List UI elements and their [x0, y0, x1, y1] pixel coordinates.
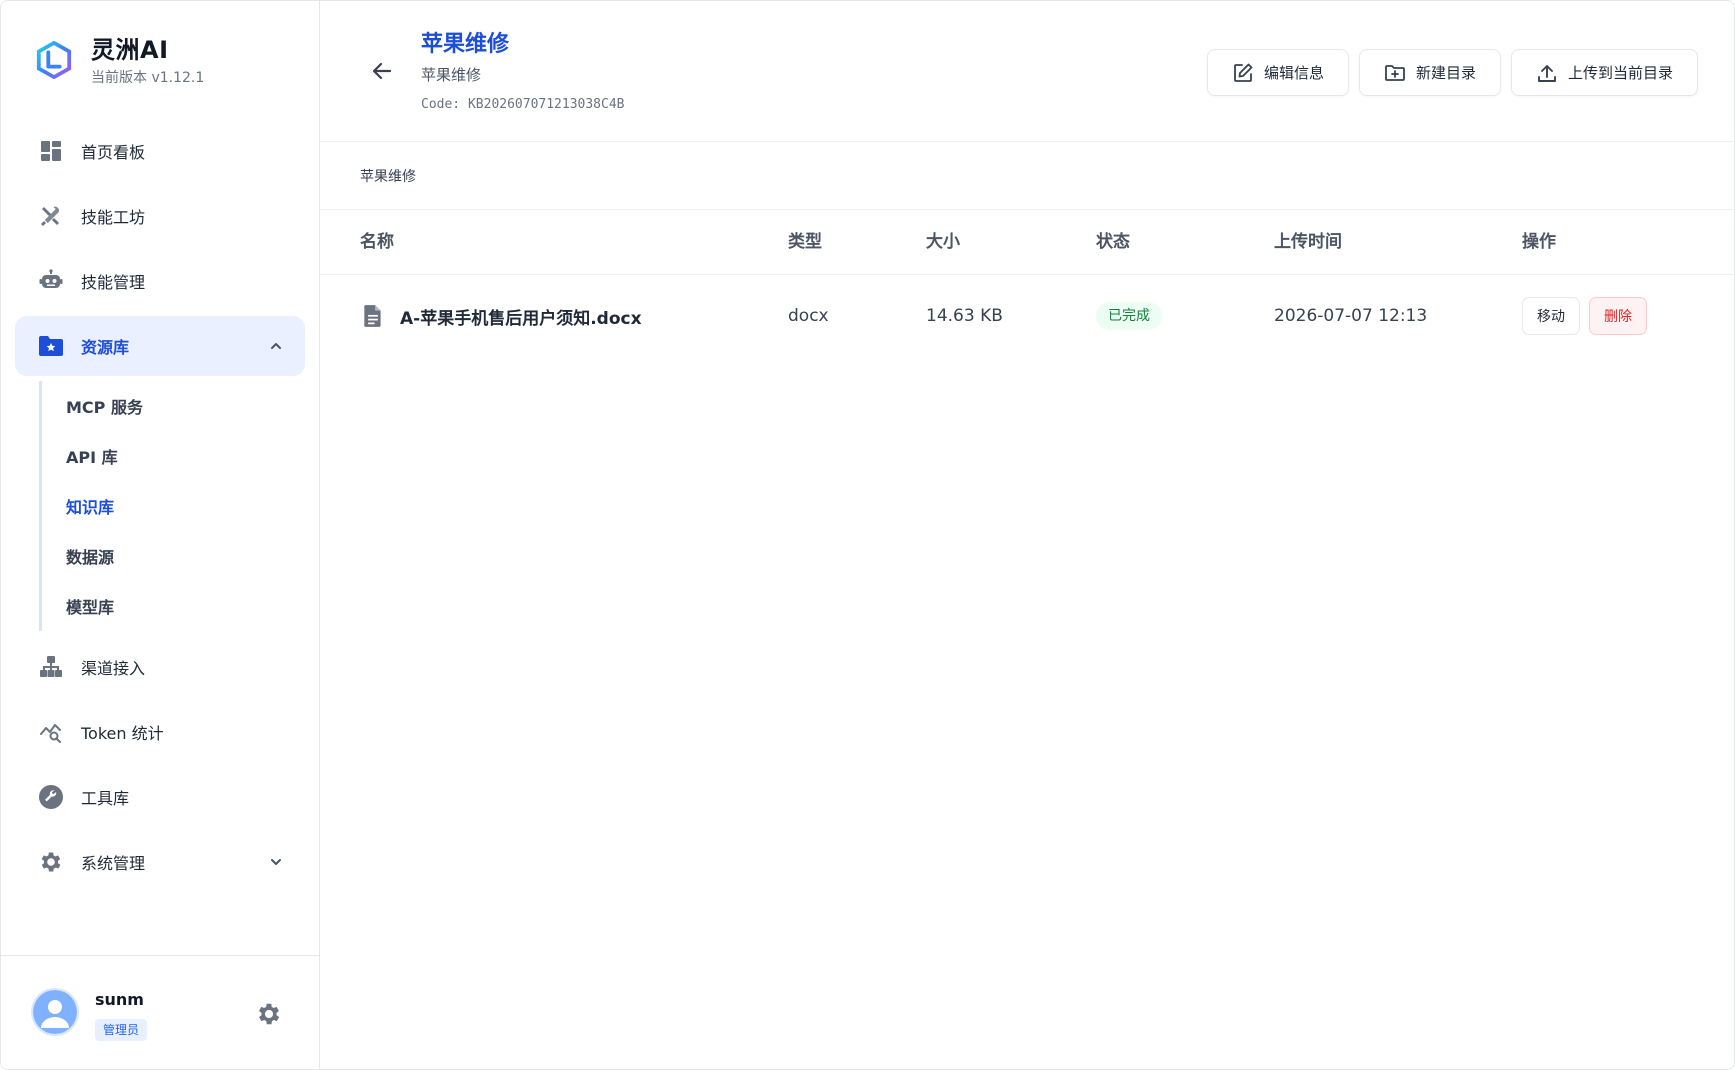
dashboard-icon: [37, 137, 65, 165]
new-directory-label: 新建目录: [1415, 64, 1476, 82]
upload-label: 上传到当前目录: [1567, 64, 1673, 82]
sidebar-item-dashboard[interactable]: 首页看板: [15, 121, 305, 181]
sidebar-item-label: 系统管理: [81, 854, 146, 873]
page-subtitle: 苹果维修: [421, 66, 482, 84]
column-header-upload-time: 上传时间: [1274, 232, 1342, 252]
subnav-item-models[interactable]: 模型库: [66, 581, 305, 631]
column-header-actions: 操作: [1522, 232, 1556, 252]
chevron-up-icon[interactable]: [269, 339, 283, 353]
upload-icon: [1536, 62, 1558, 84]
brand-name: 灵洲AI: [91, 36, 169, 64]
brand-version: 当前版本 v1.12.1: [91, 70, 205, 86]
role-badge: 管理员: [95, 1019, 148, 1041]
user-panel: sunm 管理员: [1, 955, 320, 1069]
file-name[interactable]: A-苹果手机售后用户须知.docx: [400, 304, 642, 329]
table-header: 名称 类型 大小 状态 上传时间 操作: [320, 210, 1734, 275]
sidebar-item-system[interactable]: 系统管理: [15, 832, 305, 892]
file-table: 名称 类型 大小 状态 上传时间 操作 A-苹果手机售后用户须知.docx do…: [320, 210, 1734, 357]
app-window: 灵洲AI 当前版本 v1.12.1 首页看板 技能工坊 技能管理 资源库 MCP…: [0, 0, 1735, 1070]
robot-icon: [37, 267, 65, 295]
edit-info-button[interactable]: 编辑信息: [1206, 49, 1349, 96]
document-icon: [364, 305, 381, 327]
cell-type: docx: [788, 306, 829, 326]
sidebar-item-label: 渠道接入: [81, 659, 146, 678]
page-title: 苹果维修: [421, 32, 510, 57]
gear-icon: [37, 848, 65, 876]
column-header-size: 大小: [926, 232, 960, 252]
delete-button[interactable]: 删除: [1589, 297, 1647, 335]
wrench-icon: [37, 783, 65, 811]
sitemap-icon: [37, 653, 65, 681]
header-actions: 编辑信息 新建目录 上传到当前目录: [1206, 49, 1698, 96]
cell-status: 已完成: [1096, 275, 1162, 357]
column-header-name: 名称: [360, 232, 394, 252]
breadcrumb: 苹果维修: [320, 142, 1734, 210]
sidebar-item-tools[interactable]: 工具库: [15, 767, 305, 827]
resources-submenu: MCP 服务 API 库 知识库 数据源 模型库: [39, 381, 305, 631]
avatar[interactable]: [31, 988, 79, 1036]
sidebar-item-channels[interactable]: 渠道接入: [15, 637, 305, 697]
cell-name: A-苹果手机售后用户须知.docx: [360, 275, 642, 357]
new-directory-button[interactable]: 新建目录: [1358, 49, 1501, 96]
brand-logo-icon: [36, 41, 72, 79]
subnav-item-datasource[interactable]: 数据源: [66, 531, 305, 581]
cell-size: 14.63 KB: [926, 306, 1003, 326]
sidebar-item-label: 技能工坊: [81, 208, 146, 227]
chevron-down-icon[interactable]: [269, 855, 283, 869]
edit-icon: [1232, 62, 1254, 84]
chart-search-icon: [37, 718, 65, 746]
sidebar-item-label: 工具库: [81, 789, 130, 808]
sidebar-item-skill-management[interactable]: 技能管理: [15, 251, 305, 311]
edit-info-label: 编辑信息: [1263, 64, 1324, 82]
sidebar-item-label: 技能管理: [81, 273, 146, 292]
sidebar-item-token-stats[interactable]: Token 统计: [15, 702, 305, 762]
move-button[interactable]: 移动: [1522, 297, 1580, 335]
subnav-item-knowledge-base[interactable]: 知识库: [66, 481, 305, 531]
cell-upload-time: 2026-07-07 12:13: [1274, 306, 1428, 326]
folder-plus-icon: [1384, 62, 1406, 84]
sidebar-item-skill-workshop[interactable]: 技能工坊: [15, 186, 305, 246]
column-header-status: 状态: [1096, 232, 1130, 252]
sidebar-item-resources[interactable]: 资源库: [15, 316, 305, 376]
cell-actions: 移动 删除: [1522, 275, 1656, 357]
subnav-item-api[interactable]: API 库: [66, 431, 305, 481]
subnav-item-mcp[interactable]: MCP 服务: [66, 381, 305, 431]
status-badge: 已完成: [1096, 302, 1162, 330]
tools-icon: [37, 202, 65, 230]
sidebar-item-label: 首页看板: [81, 143, 146, 162]
breadcrumb-item[interactable]: 苹果维修: [360, 166, 416, 186]
column-header-type: 类型: [788, 232, 822, 252]
back-arrow-icon[interactable]: [368, 57, 396, 85]
brand[interactable]: 灵洲AI 当前版本 v1.12.1: [35, 35, 204, 87]
sidebar-item-label: Token 统计: [81, 724, 164, 743]
main-content: 苹果维修 苹果维修 Code: KB202607071213038C4B 编辑信…: [320, 1, 1734, 1069]
settings-gear-icon[interactable]: [255, 1000, 283, 1028]
sidebar-item-label: 资源库: [81, 338, 130, 357]
sidebar-nav: 首页看板 技能工坊 技能管理 资源库 MCP 服务 API 库 知识库 数据源 …: [15, 121, 305, 897]
folder-star-icon: [37, 332, 65, 360]
page-header: 苹果维修 苹果维修 Code: KB202607071213038C4B 编辑信…: [320, 1, 1734, 142]
knowledge-base-code: Code: KB202607071213038C4B: [421, 97, 625, 112]
user-name: sunm: [95, 990, 144, 1009]
table-row[interactable]: A-苹果手机售后用户须知.docx docx 14.63 KB 已完成 2026…: [320, 275, 1734, 357]
upload-button[interactable]: 上传到当前目录: [1510, 49, 1698, 96]
sidebar: 灵洲AI 当前版本 v1.12.1 首页看板 技能工坊 技能管理 资源库 MCP…: [1, 1, 320, 1069]
